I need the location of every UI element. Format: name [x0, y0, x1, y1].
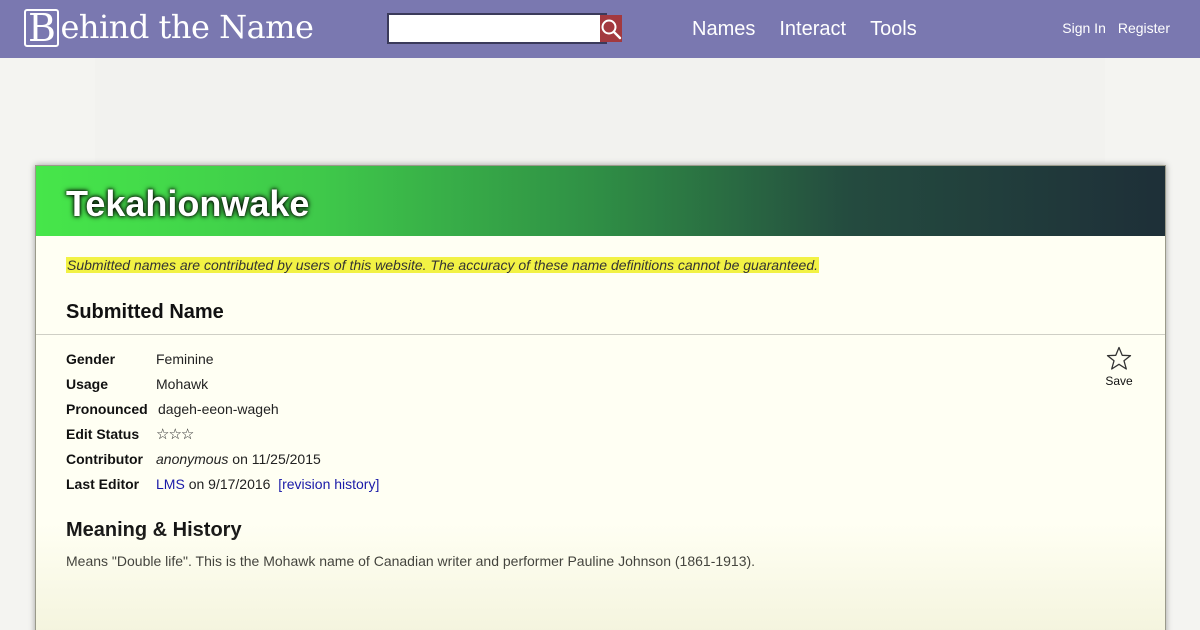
ad-space [95, 58, 1105, 163]
main-nav: Names Interact Tools [692, 17, 917, 41]
contributor-date: on 11/25/2015 [232, 450, 321, 467]
info-row-usage: Usage Mohawk [66, 371, 379, 396]
contributor-value: anonymous on 11/25/2015 [156, 451, 321, 467]
contributor-user: anonymous [156, 450, 229, 467]
nav-interact[interactable]: Interact [779, 17, 846, 41]
section-title-meaning-history: Meaning & History [66, 519, 242, 541]
page-title: Tekahionwake [66, 183, 310, 224]
gender-label: Gender [66, 350, 116, 367]
search-icon [601, 19, 622, 39]
search-input[interactable] [389, 15, 600, 42]
gender-value-link[interactable]: Feminine [156, 351, 214, 367]
section-divider [36, 334, 1165, 335]
info-row-edit-status: Edit Status ☆☆☆ [66, 421, 379, 446]
revision-history-link[interactable]: [revision history] [278, 476, 379, 492]
nav-tools[interactable]: Tools [870, 17, 917, 41]
info-row-contributor: Contributor anonymous on 11/25/2015 [66, 446, 379, 471]
save-button[interactable]: Save [1103, 346, 1135, 388]
last-editor-date: on 9/17/2016 [188, 475, 271, 492]
search-button[interactable] [600, 15, 622, 42]
logo-text: ehind the Name [60, 8, 314, 46]
name-info-table: Gender Feminine Usage Mohawk Pronounced … [66, 346, 379, 496]
last-editor-value: LMS on 9/17/2016 [revision history] [156, 476, 379, 492]
nav-names[interactable]: Names [692, 17, 755, 41]
name-banner: Tekahionwake [36, 166, 1165, 236]
meaning-text: Means "Double life". This is the Mohawk … [66, 553, 756, 569]
section-title-submitted-name: Submitted Name [66, 301, 224, 323]
last-editor-label: Last Editor [66, 475, 140, 492]
info-row-last-editor: Last Editor LMS on 9/17/2016 [revision h… [66, 471, 379, 496]
site-logo[interactable]: Behind the Name [24, 8, 314, 47]
info-row-pronounced: Pronounced dageh-eeon-wageh [66, 396, 379, 421]
usage-label: Usage [66, 375, 109, 392]
sign-in-link[interactable]: Sign In [1062, 20, 1106, 36]
logo-initial: B [24, 9, 60, 47]
info-row-gender: Gender Feminine [66, 346, 379, 371]
usage-value-link[interactable]: Mohawk [156, 376, 208, 392]
name-card: Tekahionwake Submitted names are contrib… [35, 165, 1166, 630]
last-editor-user-link[interactable]: LMS [156, 476, 185, 492]
pronounced-value: dageh-eeon-wageh [158, 400, 279, 417]
edit-status-stars-icon: ☆☆☆ [156, 425, 194, 443]
disclaimer-notice: Submitted names are contributed by users… [66, 257, 819, 273]
pronounced-label: Pronounced [66, 400, 148, 417]
account-links: Sign In Register [1062, 20, 1170, 36]
edit-status-label: Edit Status [66, 425, 140, 442]
top-navigation-bar: Behind the Name Names Interact Tools Sig… [0, 0, 1200, 58]
save-label: Save [1105, 374, 1133, 388]
star-icon [1106, 346, 1132, 370]
contributor-label: Contributor [66, 450, 143, 467]
register-link[interactable]: Register [1118, 20, 1170, 36]
search-bar [387, 13, 622, 44]
